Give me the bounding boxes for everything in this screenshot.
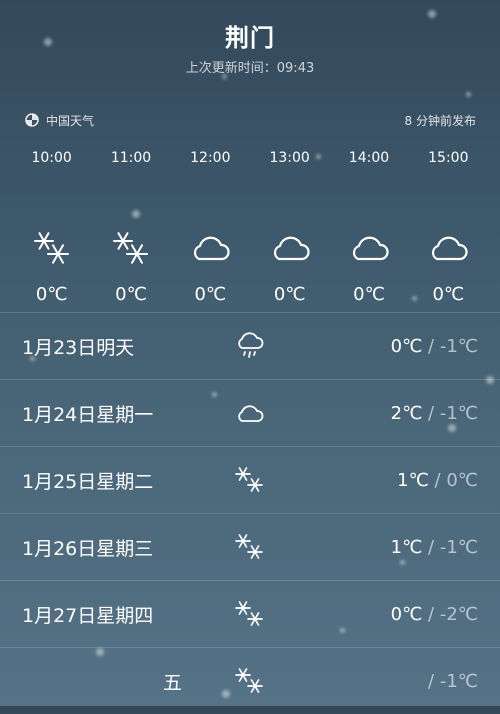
day-label: 1月27日星期四: [22, 604, 154, 627]
day-temp: 2℃ / -1℃: [390, 402, 478, 424]
temp-high: 2℃: [390, 402, 423, 424]
day-label: 1月26日星期三: [22, 537, 154, 560]
cloud-icon: [329, 226, 408, 270]
temp-low: -1℃: [439, 670, 478, 692]
cloud-icon: [232, 397, 268, 429]
hour-temp: 0℃: [273, 284, 306, 305]
temp-high: 1℃: [390, 536, 423, 558]
hour-time: 10:00: [31, 150, 72, 166]
day-temp: 1℃ / 0℃: [397, 469, 478, 491]
temp-high: 1℃: [397, 469, 429, 491]
header: 荆门 上次更新时间：09:43: [0, 18, 500, 76]
daily-row[interactable]: 五 / -1℃: [0, 647, 500, 714]
hourly-forecast[interactable]: 10:00 0℃ 11:00 0℃ 12:00 0℃ 13:00 0℃ 14:0…: [12, 150, 488, 305]
background-snowflake: [428, 10, 436, 18]
snow-icon: [232, 531, 268, 563]
hourly-item: 13:00 0℃: [250, 150, 329, 305]
cloud-icon: [171, 226, 250, 270]
snow-icon: [232, 464, 268, 496]
day-label: 1月23日明天: [22, 336, 135, 359]
day-label: 1月24日星期一: [22, 403, 154, 426]
hourly-item: 15:00 0℃: [409, 150, 488, 305]
hour-time: 15:00: [428, 150, 469, 166]
cloud-icon: [250, 226, 329, 270]
temp-low: -1℃: [439, 402, 478, 424]
city-name[interactable]: 荆门: [0, 18, 500, 53]
rain-cloud-icon: [232, 330, 268, 362]
hourly-item: 14:00 0℃: [329, 150, 408, 305]
source-row: 中国天气 8 分钟前发布: [24, 110, 476, 130]
snow-icon: [12, 226, 91, 270]
temp-low: 0℃: [446, 469, 478, 491]
cloud-icon: [409, 226, 488, 270]
day-temp: 1℃ / -1℃: [390, 536, 478, 558]
temp-high: 0℃: [390, 603, 423, 625]
last-updated: 上次更新时间：09:43: [185, 61, 315, 76]
hourly-item: 11:00 0℃: [91, 150, 170, 305]
day-temp: 0℃ / -1℃: [390, 335, 478, 357]
day-label: 五: [162, 671, 182, 694]
weather-source-logo-icon: [24, 112, 40, 128]
daily-row[interactable]: 1月24日星期一 2℃ / -1℃: [0, 379, 500, 446]
hour-time: 13:00: [269, 150, 310, 166]
hourly-item: 10:00 0℃: [12, 150, 91, 305]
daily-row[interactable]: 1月25日星期二 1℃ / 0℃: [0, 446, 500, 513]
hour-temp: 0℃: [432, 284, 465, 305]
day-label: 1月25日星期二: [22, 470, 154, 493]
hour-temp: 0℃: [353, 284, 385, 305]
temp-low: -2℃: [439, 603, 478, 625]
snow-icon: [232, 598, 268, 630]
daily-row[interactable]: 1月27日星期四 0℃ / -2℃: [0, 580, 500, 647]
hourly-item: 12:00 0℃: [171, 150, 250, 305]
temp-low: -1℃: [439, 536, 478, 558]
hour-time: 12:00: [190, 150, 231, 166]
daily-row[interactable]: 1月26日星期三 1℃ / -1℃: [0, 513, 500, 580]
published-time: 8 分钟前发布: [404, 113, 476, 128]
snow-icon: [91, 226, 170, 270]
day-temp: / -1℃: [428, 670, 478, 692]
temp-high: 0℃: [390, 335, 423, 357]
hour-time: 11:00: [110, 150, 152, 166]
temp-low: -1℃: [439, 335, 478, 357]
hour-temp: 0℃: [35, 284, 68, 305]
day-temp: 0℃ / -2℃: [390, 603, 478, 625]
snow-icon: [232, 665, 268, 697]
daily-forecast[interactable]: 1月23日明天 0℃ / -1℃ 1月24日星期一 2℃ / -1℃ 1月25日…: [0, 312, 500, 714]
hour-temp: 0℃: [115, 284, 147, 305]
background-snowflake: [466, 92, 471, 97]
weather-source-name[interactable]: 中国天气: [46, 112, 94, 129]
hour-temp: 0℃: [194, 284, 227, 305]
hour-time: 14:00: [348, 150, 390, 166]
daily-row[interactable]: 1月23日明天 0℃ / -1℃: [0, 312, 500, 379]
